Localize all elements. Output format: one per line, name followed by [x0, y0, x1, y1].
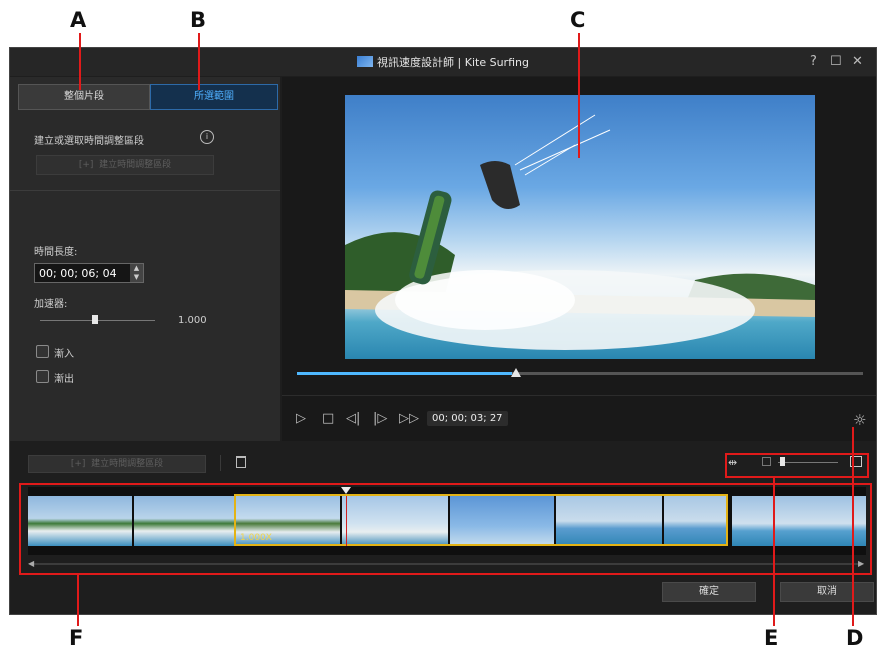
timecode-display: 00; 00; 03; 27	[427, 411, 508, 426]
create-plus-icon: [+]	[70, 459, 86, 469]
duration-down-button[interactable]: ▼	[130, 273, 143, 282]
leader-c	[578, 33, 580, 158]
app-logo-icon	[357, 56, 374, 67]
fade-out-checkbox[interactable]	[36, 370, 49, 383]
cancel-button[interactable]: 取消	[780, 582, 874, 602]
stop-button[interactable]: □	[322, 411, 334, 426]
callout-c: C	[570, 8, 586, 32]
video-preview[interactable]	[345, 95, 815, 359]
tab-selected-range[interactable]: 所選範圍	[150, 84, 278, 110]
ok-button[interactable]: 確定	[662, 582, 756, 602]
settings-gear-icon[interactable]: ☼	[853, 411, 866, 429]
leader-e	[773, 478, 775, 626]
divider	[220, 455, 221, 471]
timeline-create-button[interactable]: [+] 建立時間調整區段	[28, 455, 206, 473]
scrubber-handle[interactable]	[511, 368, 521, 377]
fade-in-label: 漸入	[54, 349, 74, 360]
fade-in-checkbox[interactable]	[36, 345, 49, 358]
callout-e-box	[725, 453, 869, 478]
playback-scrubber[interactable]	[297, 372, 863, 375]
close-button[interactable]: ✕	[852, 54, 863, 69]
callout-f-box	[19, 483, 872, 575]
fast-forward-button[interactable]: ▷▷	[399, 411, 419, 426]
callout-b: B	[190, 8, 207, 32]
divider	[10, 190, 280, 191]
help-button[interactable]: ?	[810, 54, 817, 69]
title-bar: 視訊速度設計師 | Kite Surfing ? ☐ ✕	[10, 48, 876, 76]
accelerator-value: 1.000	[178, 315, 207, 326]
settings-panel: 整個片段 所選範圍 建立或選取時間調整區段 i [+] 建立時間調整區段 時間長…	[10, 77, 280, 441]
callout-a: A	[70, 8, 87, 32]
playback-progress	[297, 372, 513, 375]
tab-entire-clip[interactable]: 整個片段	[18, 84, 150, 110]
info-icon[interactable]: i	[200, 130, 214, 144]
maximize-button[interactable]: ☐	[830, 54, 842, 69]
leader-b	[198, 33, 200, 90]
leader-d	[852, 427, 854, 626]
kite-surfer-image	[345, 114, 815, 350]
trash-icon[interactable]	[236, 456, 246, 468]
leader-f	[77, 575, 79, 626]
leader-a	[79, 33, 81, 90]
window-title: 視訊速度設計師 | Kite Surfing	[377, 56, 529, 69]
callout-f: F	[69, 626, 84, 650]
create-time-shift-button[interactable]: [+] 建立時間調整區段	[36, 155, 214, 175]
accelerator-slider-handle[interactable]	[92, 315, 98, 324]
fade-out-label: 漸出	[54, 374, 74, 385]
callout-d: D	[846, 626, 864, 650]
duration-up-button[interactable]: ▲	[130, 264, 143, 273]
create-plus-icon: [+]	[78, 160, 94, 170]
next-frame-button[interactable]: |▷	[373, 411, 387, 426]
duration-label: 時間長度:	[34, 247, 78, 258]
previous-frame-button[interactable]: ◁|	[346, 411, 360, 426]
play-button[interactable]: ▷	[296, 411, 306, 426]
callout-e: E	[764, 626, 779, 650]
accelerator-label: 加速器:	[34, 299, 68, 310]
instruction-text: 建立或選取時間調整區段	[34, 136, 144, 147]
divider	[282, 395, 876, 396]
duration-input[interactable]: 00; 00; 06; 04	[34, 263, 144, 283]
